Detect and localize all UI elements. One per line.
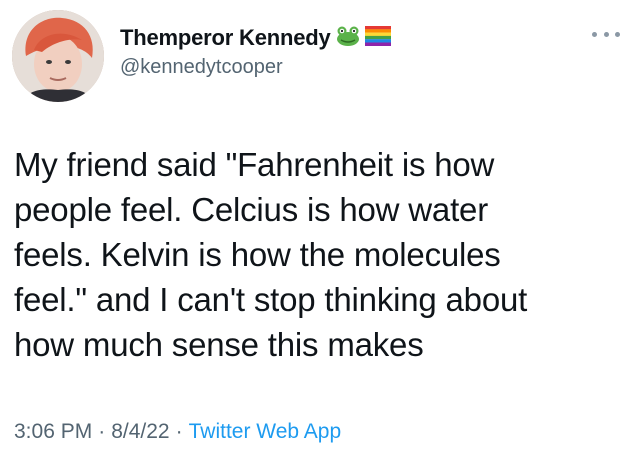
tweet-source-link[interactable]: Twitter Web App: [189, 418, 342, 446]
separator: ·: [98, 420, 106, 443]
tweet-time[interactable]: 3:06 PM: [14, 418, 92, 446]
ellipsis-dot: [592, 31, 597, 37]
display-name[interactable]: Themperor Kennedy: [120, 24, 331, 52]
tweet-text: My friend said "Fahrenheit is how people…: [14, 146, 528, 363]
frog-emoji-icon: [335, 25, 361, 52]
tweet-meta: 3:06 PM · 8/4/22 · Twitter Web App: [14, 418, 341, 446]
tweet-card: Themperor Kennedy @kennedytcooper My fri…: [0, 0, 640, 460]
user-handle[interactable]: @kennedytcooper: [120, 54, 391, 80]
tweet-date[interactable]: 8/4/22: [111, 418, 169, 446]
ellipsis-icon[interactable]: [592, 26, 620, 42]
name-row: Themperor Kennedy: [120, 24, 391, 52]
ellipsis-dot: [603, 31, 609, 37]
avatar-image: [12, 10, 104, 102]
avatar[interactable]: [12, 10, 104, 102]
author-block[interactable]: Themperor Kennedy @kennedytcooper: [120, 24, 391, 80]
rainbow-flag-icon: [364, 25, 391, 51]
separator: ·: [175, 420, 183, 443]
ellipsis-dot: [615, 31, 620, 37]
